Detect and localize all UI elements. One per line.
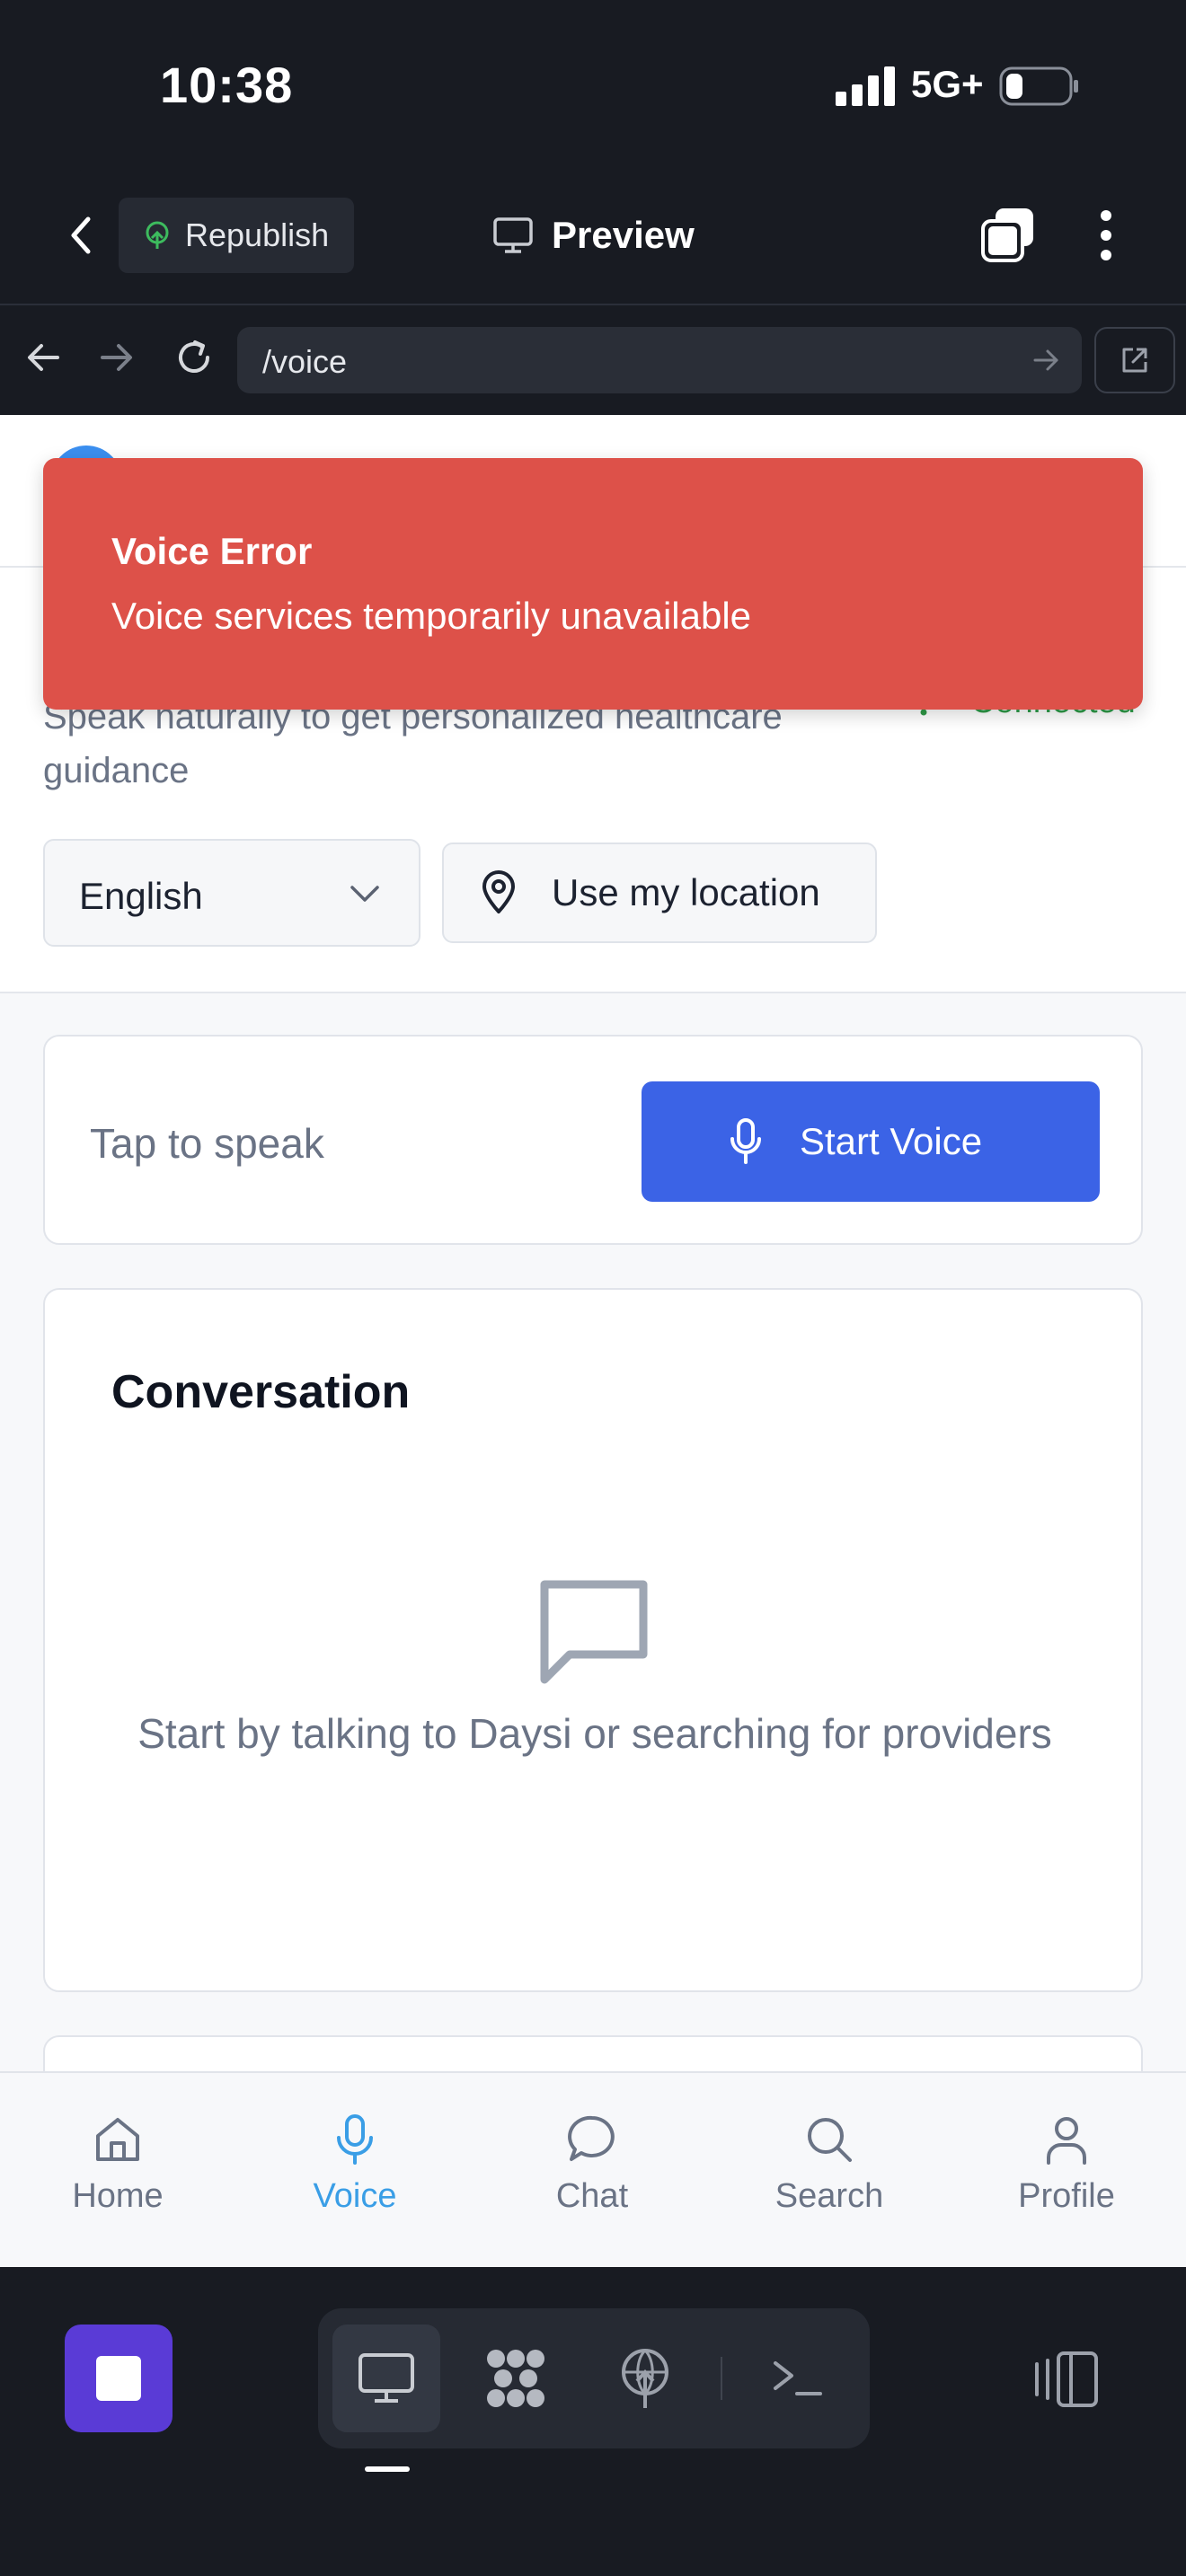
bottom-tab-bar: Home Voice Chat Search Profile — [0, 2071, 1186, 2267]
back-button[interactable] — [54, 208, 108, 262]
tab-home-label: Home — [72, 2177, 164, 2215]
tab-profile-label: Profile — [1018, 2177, 1115, 2215]
use-location-button[interactable]: Use my location — [442, 842, 877, 943]
home-icon — [96, 2118, 139, 2161]
toast-title: Voice Error — [111, 530, 313, 572]
layout-toggle-icon[interactable] — [1033, 2348, 1100, 2411]
preview-label: Preview — [552, 214, 695, 256]
browser-bar: /voice — [0, 305, 1186, 415]
terminal-icon — [774, 2361, 822, 2395]
reload-button[interactable] — [167, 331, 221, 384]
tabs-icon[interactable] — [979, 205, 1039, 264]
browser-back-button[interactable] — [16, 331, 70, 384]
tab-search[interactable]: Search — [739, 2113, 919, 2238]
search-icon — [808, 2118, 852, 2162]
status-bar: 10:38 5G+ — [0, 0, 1186, 171]
open-external-button[interactable] — [1094, 327, 1175, 393]
conversation-empty-message: Start by talking to Daysi or searching f… — [137, 1710, 1052, 1757]
toast-message: Voice services temporarily unavailable — [111, 595, 752, 637]
republish-label: Republish — [185, 216, 330, 253]
deploy-icon — [622, 2349, 668, 2408]
tab-home[interactable]: Home — [28, 2113, 208, 2238]
tab-chat[interactable]: Chat — [502, 2113, 682, 2238]
monitor-icon — [493, 217, 533, 253]
tap-to-speak-hint: Tap to speak — [90, 1120, 324, 1167]
signal-icon — [836, 66, 895, 106]
dock-terminal-button[interactable] — [744, 2325, 852, 2432]
language-select[interactable]: English — [43, 839, 420, 947]
mic-icon — [337, 2114, 373, 2165]
monitor-icon — [358, 2353, 414, 2403]
tab-search-label: Search — [774, 2177, 884, 2215]
arrow-left-icon — [28, 344, 59, 371]
editor-dock — [0, 2267, 1186, 2576]
map-pin-icon — [482, 870, 515, 913]
conversation-title: Conversation — [111, 1366, 411, 1418]
chat-bubble-icon — [568, 2115, 615, 2161]
start-voice-button[interactable]: Start Voice — [642, 1081, 1100, 1202]
dock-group — [318, 2308, 870, 2448]
stop-icon — [96, 2356, 141, 2401]
user-icon — [1047, 2117, 1086, 2165]
browser-forward-button[interactable] — [90, 331, 144, 384]
network-type: 5G+ — [911, 63, 984, 105]
dock-deploy-button[interactable] — [591, 2325, 699, 2432]
preview-title: Preview — [492, 207, 695, 264]
more-vertical-icon[interactable] — [1084, 207, 1128, 264]
clock: 10:38 — [160, 57, 294, 113]
dock-apps-button[interactable] — [462, 2325, 570, 2432]
app-header: Republish Preview — [0, 171, 1186, 305]
url-text: /voice — [262, 343, 348, 380]
url-bar[interactable]: /voice — [237, 327, 1082, 393]
use-location-label: Use my location — [552, 871, 820, 913]
republish-button[interactable]: Republish — [119, 198, 354, 273]
battery-icon — [999, 66, 1078, 106]
tab-voice-label: Voice — [313, 2177, 397, 2215]
mic-icon — [730, 1118, 761, 1164]
arrow-right-icon — [101, 344, 132, 371]
dock-separator — [721, 2357, 722, 2400]
apps-icon — [487, 2350, 544, 2407]
dock-preview-button[interactable] — [332, 2325, 440, 2432]
speak-card: Tap to speak Start Voice — [43, 1035, 1143, 1245]
tab-profile[interactable]: Profile — [977, 2113, 1156, 2238]
go-arrow-icon[interactable] — [1031, 345, 1062, 375]
language-value: English — [79, 875, 203, 917]
external-link-icon — [1122, 348, 1147, 373]
deploy-icon — [146, 221, 169, 249]
stop-button[interactable] — [65, 2325, 173, 2432]
tab-voice[interactable]: Voice — [265, 2113, 445, 2238]
start-voice-label: Start Voice — [800, 1120, 983, 1162]
chevron-left-icon — [71, 216, 91, 254]
conversation-card: Conversation Start by talking to Daysi o… — [43, 1288, 1143, 1992]
tab-chat-label: Chat — [555, 2177, 629, 2215]
reload-icon — [179, 340, 209, 373]
active-indicator — [365, 2466, 410, 2472]
error-toast[interactable]: Voice Error Voice services temporarily u… — [43, 458, 1143, 710]
chevron-down-icon — [350, 886, 379, 902]
chat-bubble-icon — [540, 1580, 648, 1684]
